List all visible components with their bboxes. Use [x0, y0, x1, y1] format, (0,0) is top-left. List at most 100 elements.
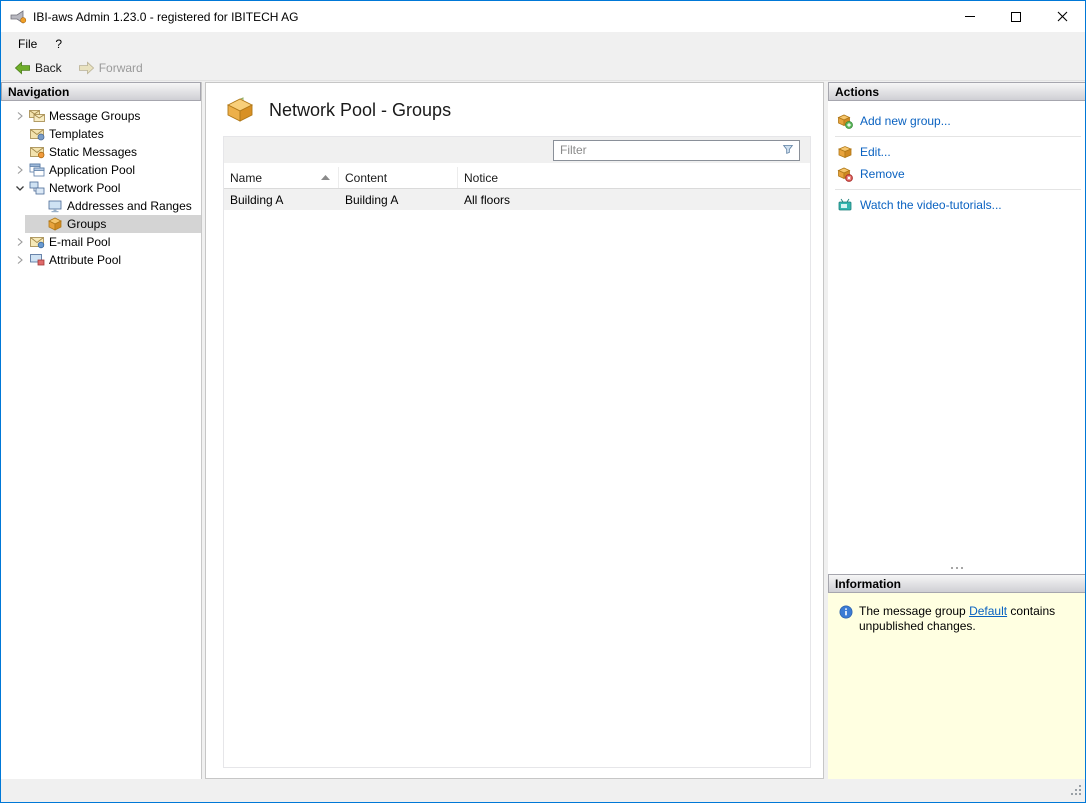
back-button-label: Back [35, 60, 62, 75]
action-label: Add new group... [860, 114, 951, 128]
tree-item-label: Groups [67, 217, 107, 231]
tree-item-attribute-pool[interactable]: Attribute Pool [1, 251, 201, 269]
right-sidebar: Actions Add new group... Edit... Remove … [828, 82, 1085, 779]
tree-item-label: Application Pool [49, 163, 136, 177]
chevron-right-icon[interactable] [11, 162, 29, 178]
action-label: Edit... [860, 145, 891, 159]
column-header-label: Content [345, 170, 388, 185]
tree-item-templates[interactable]: Templates [1, 125, 201, 143]
panel-splitter-handle[interactable] [828, 561, 1085, 574]
menu-file[interactable]: File [9, 34, 46, 54]
chevron-right-icon[interactable] [11, 252, 29, 268]
network-pool-groups-icon [224, 95, 256, 126]
cell-name: Building A [230, 192, 284, 207]
minimize-icon [965, 16, 975, 17]
actions-separator [835, 189, 1081, 190]
forward-button-label: Forward [98, 60, 143, 75]
actions-panel: Add new group... Edit... Remove Watch th… [828, 101, 1085, 574]
attribute-pool-icon [29, 252, 45, 268]
groups-icon [47, 216, 63, 232]
templates-icon [29, 126, 45, 142]
forward-button[interactable]: Forward [71, 58, 150, 78]
column-header-name[interactable]: Name [224, 167, 339, 188]
main-content-panel: Network Pool - Groups Name [205, 82, 824, 779]
close-button[interactable] [1039, 1, 1085, 32]
tree-item-label: Static Messages [49, 145, 138, 159]
tree-item-application-pool[interactable]: Application Pool [1, 161, 201, 179]
cell-notice: All floors [464, 192, 511, 207]
chevron-down-icon[interactable] [11, 180, 29, 196]
remove-link[interactable]: Remove [828, 163, 1085, 185]
window-title: IBI-aws Admin 1.23.0 - registered for IB… [33, 9, 299, 24]
page-title: Network Pool - Groups [269, 100, 452, 120]
status-bar [1, 780, 1085, 802]
network-pool-icon [29, 180, 45, 196]
email-pool-icon [29, 234, 45, 250]
action-label: Remove [860, 167, 905, 181]
app-window: IBI-aws Admin 1.23.0 - registered for IB… [0, 0, 1086, 803]
tree-item-groups[interactable]: Groups [1, 215, 201, 233]
menu-help[interactable]: ? [46, 34, 71, 54]
maximize-button[interactable] [993, 1, 1039, 32]
resize-grip-icon[interactable] [1069, 783, 1082, 799]
tree-item-static-messages[interactable]: Static Messages [1, 143, 201, 161]
column-header-label: Notice [464, 170, 499, 185]
table-header-row: Name Content Notice [224, 167, 810, 189]
filter-box [553, 139, 800, 161]
chevron-right-icon[interactable] [11, 234, 29, 250]
groups-table: Name Content Notice Building A Building … [224, 167, 810, 767]
groups-list-area: Name Content Notice Building A Building … [223, 136, 811, 768]
main-header: Network Pool - Groups [206, 83, 823, 136]
minimize-button[interactable] [947, 1, 993, 32]
back-arrow-icon [14, 60, 30, 75]
information-panel-header: Information [828, 574, 1085, 593]
filter-strip [224, 137, 810, 163]
navigation-panel: Navigation Message Groups Templates Stat… [1, 82, 202, 779]
column-header-content[interactable]: Content [339, 167, 458, 188]
edit-link[interactable]: Edit... [828, 141, 1085, 163]
add-group-icon [837, 113, 853, 129]
remove-group-icon [837, 166, 853, 182]
menu-bar: File ? [1, 32, 1085, 55]
back-button[interactable]: Back [7, 58, 69, 78]
tree-item-label: Templates [49, 127, 104, 141]
filter-funnel-icon[interactable] [781, 142, 795, 159]
message-groups-icon [29, 108, 45, 124]
window-controls [947, 1, 1085, 32]
table-row[interactable]: Building A Building A All floors [224, 189, 810, 210]
application-pool-icon [29, 162, 45, 178]
navigation-tree: Message Groups Templates Static Messages… [1, 101, 201, 269]
navigation-toolbar: Back Forward [1, 55, 1085, 81]
maximize-icon [1011, 11, 1021, 22]
tree-item-label: Message Groups [49, 109, 141, 123]
sort-ascending-icon [321, 175, 330, 180]
tree-item-network-pool[interactable]: Network Pool [1, 179, 201, 197]
information-message: The message group Default contains unpub… [859, 604, 1057, 634]
chevron-right-icon[interactable] [11, 108, 29, 124]
actions-panel-header: Actions [828, 82, 1085, 101]
filter-input[interactable] [560, 143, 781, 157]
navigation-panel-header: Navigation [1, 82, 201, 101]
title-bar: IBI-aws Admin 1.23.0 - registered for IB… [1, 1, 1085, 32]
tree-item-message-groups[interactable]: Message Groups [1, 107, 201, 125]
action-label: Watch the video-tutorials... [860, 198, 1002, 212]
tree-item-label: E-mail Pool [49, 235, 111, 249]
tree-item-addresses-and-ranges[interactable]: Addresses and Ranges [1, 197, 201, 215]
tree-item-label: Addresses and Ranges [67, 199, 192, 213]
info-icon [839, 605, 853, 619]
tree-item-email-pool[interactable]: E-mail Pool [1, 233, 201, 251]
default-group-link[interactable]: Default [969, 604, 1007, 618]
app-icon [9, 9, 27, 25]
tree-item-label: Attribute Pool [49, 253, 122, 267]
add-new-group-link[interactable]: Add new group... [828, 110, 1085, 132]
static-messages-icon [29, 144, 45, 160]
video-tutorials-icon [837, 197, 853, 213]
forward-arrow-icon [78, 60, 94, 75]
watch-video-tutorials-link[interactable]: Watch the video-tutorials... [828, 194, 1085, 216]
addresses-and-ranges-icon [47, 198, 63, 214]
cell-content: Building A [345, 192, 399, 207]
column-header-label: Name [230, 170, 263, 185]
column-header-notice[interactable]: Notice [458, 167, 810, 188]
